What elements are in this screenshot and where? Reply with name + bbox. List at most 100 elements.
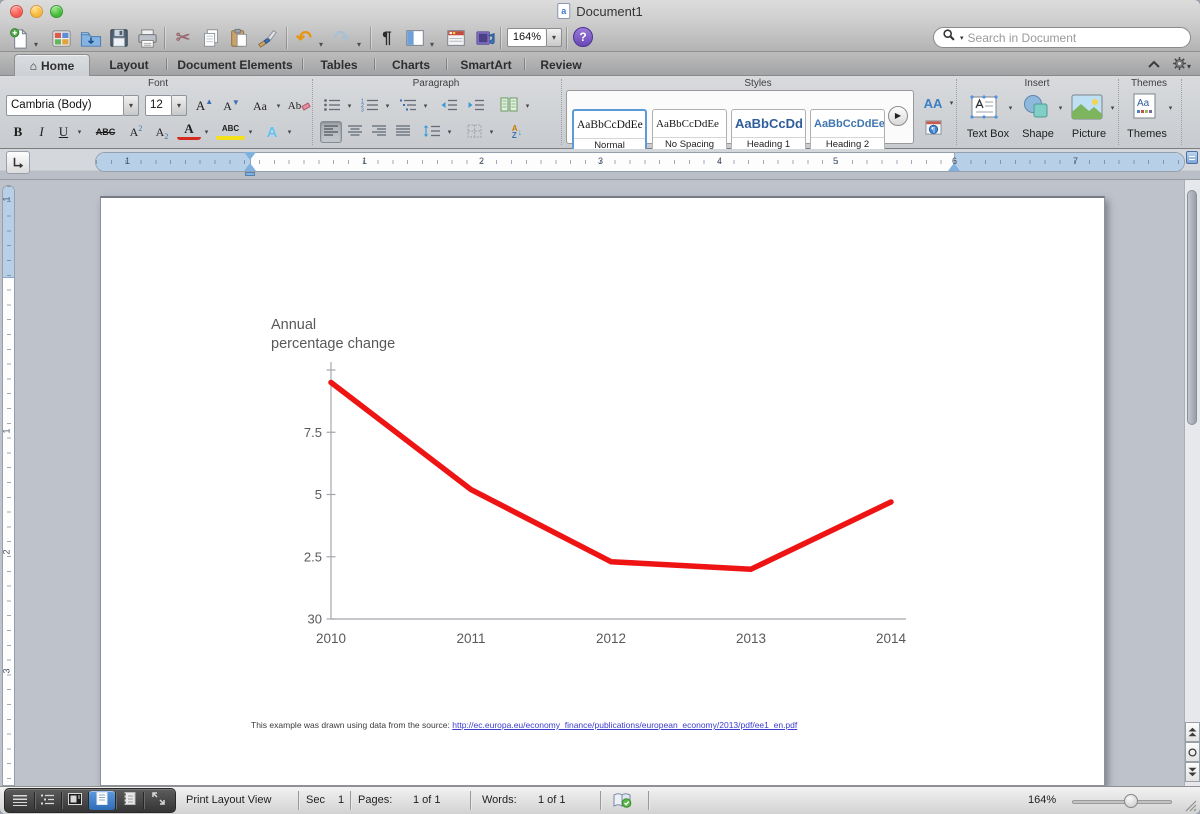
bullets-button[interactable] bbox=[320, 95, 344, 117]
next-page-button[interactable] bbox=[1185, 762, 1200, 782]
bold-button[interactable]: B bbox=[6, 121, 30, 143]
sort-button[interactable]: AZ↓ bbox=[504, 121, 530, 143]
redo-button[interactable]: ↷ bbox=[330, 25, 354, 51]
shape-caret-icon[interactable] bbox=[1055, 97, 1066, 119]
text-styles-caret-icon[interactable] bbox=[946, 92, 957, 114]
source-link[interactable]: http://ec.europa.eu/economy_finance/publ… bbox=[452, 720, 797, 730]
split-view-handle-icon[interactable] bbox=[1186, 151, 1198, 164]
hanging-indent-marker[interactable] bbox=[244, 163, 256, 171]
show-formatting-marks-button[interactable]: ¶ bbox=[376, 25, 398, 51]
highlight-caret-icon[interactable] bbox=[245, 121, 256, 143]
media-browser-button[interactable] bbox=[472, 25, 498, 51]
themes-caret-icon[interactable] bbox=[1165, 97, 1176, 119]
change-case-caret-icon[interactable] bbox=[273, 95, 284, 117]
tab-tables[interactable]: Tables bbox=[306, 54, 372, 76]
pages-label[interactable]: Pages: bbox=[358, 794, 392, 806]
format-painter-button[interactable] bbox=[254, 25, 280, 51]
zoom-input[interactable]: 164% bbox=[507, 28, 547, 47]
sidebar-view-button[interactable] bbox=[402, 25, 428, 51]
multilevel-list-button[interactable] bbox=[396, 95, 420, 117]
pages-value[interactable]: 1 of 1 bbox=[413, 794, 441, 806]
sidebar-view-caret-icon[interactable] bbox=[427, 34, 437, 52]
clear-formatting-button[interactable]: Ab bbox=[286, 95, 312, 117]
paste-button[interactable] bbox=[226, 25, 252, 51]
numbering-caret-icon[interactable] bbox=[382, 95, 393, 117]
grow-font-button[interactable]: A▲ bbox=[192, 95, 217, 117]
words-label[interactable]: Words: bbox=[482, 794, 517, 806]
insert-text-box-button[interactable] bbox=[965, 92, 1003, 124]
columns-button[interactable] bbox=[496, 95, 522, 117]
publishing-layout-view-button[interactable] bbox=[62, 791, 88, 810]
resize-grip[interactable] bbox=[1184, 799, 1197, 814]
section-value[interactable]: 1 bbox=[338, 794, 344, 806]
manage-styles-button[interactable]: ¶ bbox=[922, 118, 944, 140]
subscript-button[interactable]: A2 bbox=[150, 121, 174, 143]
ribbon-settings-button[interactable]: ▾ bbox=[1172, 56, 1191, 76]
tab-charts[interactable]: Charts bbox=[378, 54, 444, 76]
themes-button[interactable]: Aa bbox=[1126, 92, 1164, 124]
change-case-button[interactable]: Aa bbox=[247, 95, 273, 117]
bullets-caret-icon[interactable] bbox=[344, 95, 355, 117]
text-effects-caret-icon[interactable] bbox=[284, 121, 295, 143]
styles-gallery-expand-button[interactable]: ▶ bbox=[888, 106, 908, 126]
font-size-caret-icon[interactable]: ▾ bbox=[172, 95, 187, 116]
strikethrough-button[interactable]: ABC bbox=[90, 121, 121, 143]
spelling-status-button[interactable] bbox=[612, 792, 632, 814]
draft-view-button[interactable] bbox=[7, 791, 33, 810]
numbering-button[interactable]: 123 bbox=[358, 95, 382, 117]
notebook-layout-view-button[interactable] bbox=[116, 791, 142, 810]
first-line-indent-marker[interactable] bbox=[244, 152, 256, 160]
gallery-toggle-button[interactable] bbox=[48, 25, 74, 51]
text-box-caret-icon[interactable] bbox=[1005, 97, 1016, 119]
line-spacing-caret-icon[interactable] bbox=[444, 121, 455, 143]
tab-stop-selector[interactable] bbox=[6, 151, 30, 174]
font-name-caret-icon[interactable]: ▾ bbox=[124, 95, 139, 116]
undo-button[interactable]: ↶ bbox=[292, 25, 316, 51]
words-value[interactable]: 1 of 1 bbox=[538, 794, 566, 806]
document-page[interactable]: Annual percentage change 7.552.530201020… bbox=[100, 196, 1105, 786]
undo-caret-icon[interactable] bbox=[316, 34, 326, 52]
print-layout-view-button[interactable] bbox=[89, 791, 115, 810]
zoom-slider-thumb[interactable] bbox=[1124, 794, 1138, 808]
section-label[interactable]: Sec bbox=[306, 794, 325, 806]
borders-caret-icon[interactable] bbox=[486, 121, 497, 143]
text-styles-button[interactable]: AA bbox=[920, 92, 946, 114]
select-browse-object-button[interactable] bbox=[1185, 742, 1200, 762]
search-scope-caret-icon[interactable]: ▾ bbox=[960, 34, 964, 42]
font-name-combo[interactable]: Cambria (Body) bbox=[6, 95, 124, 116]
increase-indent-button[interactable] bbox=[464, 95, 488, 117]
view-name-label[interactable]: Print Layout View bbox=[186, 794, 271, 806]
text-effects-button[interactable]: A bbox=[260, 121, 284, 143]
underline-button[interactable]: U bbox=[53, 121, 74, 143]
insert-shape-button[interactable] bbox=[1018, 92, 1054, 124]
underline-caret-icon[interactable] bbox=[74, 121, 85, 143]
tab-document-elements[interactable]: Document Elements bbox=[170, 54, 300, 76]
toolbox-button[interactable] bbox=[443, 25, 469, 51]
status-zoom-value[interactable]: 164% bbox=[1028, 794, 1056, 806]
outline-view-button[interactable] bbox=[35, 791, 61, 810]
minimize-button[interactable] bbox=[30, 5, 43, 18]
zoom-slider-track[interactable] bbox=[1072, 800, 1172, 804]
borders-button[interactable] bbox=[462, 121, 486, 143]
close-button[interactable] bbox=[10, 5, 23, 18]
zoom-window-button[interactable] bbox=[50, 5, 63, 18]
search-field[interactable]: ▾ Search in Document bbox=[933, 27, 1191, 48]
focus-view-button[interactable] bbox=[144, 791, 173, 810]
superscript-button[interactable]: A2 bbox=[124, 121, 148, 143]
copy-button[interactable] bbox=[198, 25, 224, 51]
tab-layout[interactable]: Layout bbox=[96, 54, 162, 76]
tab-smartart[interactable]: SmartArt bbox=[450, 54, 522, 76]
vertical-ruler[interactable]: 1 1 2 3 bbox=[2, 185, 15, 786]
tab-home[interactable]: ⌂Home bbox=[14, 54, 90, 76]
tab-review[interactable]: Review bbox=[528, 54, 594, 76]
font-size-combo[interactable]: 12 bbox=[145, 95, 172, 116]
open-button[interactable] bbox=[78, 25, 104, 51]
collapse-ribbon-button[interactable] bbox=[1146, 57, 1162, 75]
previous-page-button[interactable] bbox=[1185, 722, 1200, 742]
shrink-font-button[interactable]: A▼ bbox=[219, 95, 244, 117]
horizontal-ruler[interactable]: 1 1 2 3 4 5 6 7 bbox=[95, 152, 1185, 172]
insert-picture-button[interactable] bbox=[1068, 92, 1106, 124]
align-right-button[interactable] bbox=[368, 121, 390, 143]
cut-button[interactable]: ✂ bbox=[170, 25, 196, 51]
help-button[interactable]: ? bbox=[573, 27, 593, 47]
